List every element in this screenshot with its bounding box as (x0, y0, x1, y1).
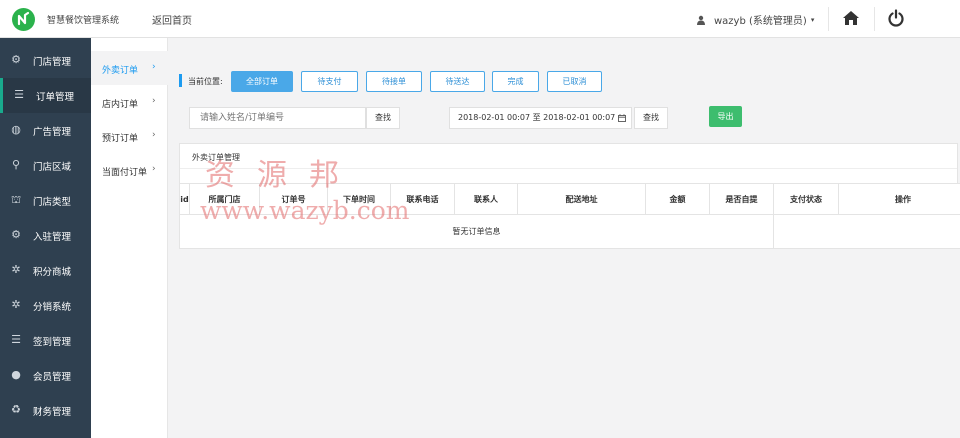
submenu-item-in-person-pay-orders[interactable]: 当面付订单 › (91, 153, 168, 187)
sidebar-item-points-mall[interactable]: ✲ 积分商城 (0, 253, 91, 288)
sidebar: ⚙ 门店管理 ☰ 订单管理 ◍ 广告管理 ⚲ 门店区域 ⛫ 门店类型 ⚙ 入驻管… (0, 38, 91, 438)
submenu-item-label: 外卖订单 (102, 66, 139, 76)
sidebar-item-label: 广告管理 (33, 127, 72, 138)
column-header-store: 所属门店 (189, 183, 260, 215)
user-menu[interactable]: wazyb (系统管理员) ▾ (696, 12, 814, 27)
sidebar-item-label: 门店类型 (33, 197, 72, 208)
calendar-icon (618, 114, 626, 122)
submenu: 外卖订单 › 店内订单 › 预订订单 › 当面付订单 › (91, 38, 168, 438)
sidebar-item-label: 订单管理 (36, 92, 75, 103)
column-header-order-number: 订单号 (259, 183, 328, 215)
table-row: 暂无订单信息 (179, 214, 960, 249)
date-range-value: 2018-02-01 00:07 至 2018-02-01 00:07 (458, 113, 616, 122)
column-header-actions: 操作 (838, 183, 960, 215)
search-input[interactable] (189, 107, 366, 129)
column-header-payment-status: 支付状态 (773, 183, 839, 215)
power-icon[interactable] (887, 9, 905, 27)
tab-cancelled[interactable]: 已取消 (547, 71, 602, 92)
export-button[interactable]: 导出 (709, 106, 742, 127)
divider (180, 168, 957, 169)
header-divider (828, 7, 829, 31)
column-header-self-pickup: 是否自提 (709, 183, 774, 215)
sidebar-item-finance[interactable]: ♻ 财务管理 (0, 393, 91, 428)
column-header-amount: 金额 (645, 183, 710, 215)
home-icon[interactable] (842, 10, 860, 26)
sidebar-item-store-types[interactable]: ⛫ 门店类型 (0, 183, 91, 218)
top-header: 智慧餐饮管理系统 返回首页 wazyb (系统管理员) ▾ (0, 0, 960, 38)
chevron-right-icon: › (152, 62, 156, 72)
list-icon: ☰ (14, 88, 24, 101)
list-icon: ☰ (11, 333, 21, 346)
sidebar-item-label: 签到管理 (33, 337, 72, 348)
chevron-right-icon: › (152, 164, 156, 174)
tab-completed[interactable]: 完成 (492, 71, 539, 92)
sidebar-item-stores[interactable]: ⚙ 门店管理 (0, 43, 91, 78)
column-header-order-time: 下单时间 (327, 183, 391, 215)
person-icon (697, 15, 705, 25)
chevron-right-icon: › (152, 130, 156, 140)
user-name-label: wazyb (系统管理员) (714, 16, 807, 27)
submenu-item-label: 店内订单 (102, 100, 139, 110)
submenu-item-label: 当面付订单 (102, 168, 148, 178)
app-title: 智慧餐饮管理系统 (47, 16, 120, 26)
date-search-button[interactable]: 查找 (634, 107, 668, 129)
submenu-item-dine-in-orders[interactable]: 店内订单 › (91, 85, 168, 119)
column-header-address: 配送地址 (517, 183, 646, 215)
tab-pending-accept[interactable]: 待接单 (366, 71, 422, 92)
cog-icon: ✲ (11, 298, 21, 311)
sidebar-item-onboarding[interactable]: ⚙ 入驻管理 (0, 218, 91, 253)
chevron-right-icon: › (152, 96, 156, 106)
stores-icon: ⚙ (11, 53, 21, 66)
cubes-icon: ⚙ (11, 228, 21, 241)
column-header-contact: 联系人 (454, 183, 518, 215)
sidebar-item-label: 会员管理 (33, 372, 72, 383)
chevron-down-icon: ▾ (810, 15, 815, 24)
sidebar-item-orders[interactable]: ☰ 订单管理 (0, 78, 91, 113)
panel-title: 外卖订单管理 (192, 153, 240, 162)
location-pin-icon: ⚲ (11, 158, 21, 171)
header-divider (874, 7, 875, 31)
breadcrumb-marker (179, 74, 182, 87)
submenu-item-reservation-orders[interactable]: 预订订单 › (91, 119, 168, 153)
sidebar-item-label: 积分商城 (33, 267, 72, 278)
sidebar-item-regions[interactable]: ⚲ 门店区域 (0, 148, 91, 183)
submenu-item-delivery-orders[interactable]: 外卖订单 › (91, 51, 168, 85)
search-button[interactable]: 查找 (366, 107, 400, 129)
recycle-icon: ♻ (11, 403, 21, 416)
breadcrumb: 当前位置: (188, 77, 223, 86)
empty-message: 暂无订单信息 (179, 214, 774, 249)
tab-pending-payment[interactable]: 待支付 (301, 71, 358, 92)
sidebar-item-label: 门店区域 (33, 162, 72, 173)
submenu-item-label: 预订订单 (102, 134, 139, 144)
empty-cell (773, 214, 960, 249)
sidebar-item-checkin[interactable]: ☰ 签到管理 (0, 323, 91, 358)
sidebar-item-label: 门店管理 (33, 57, 72, 68)
institution-icon: ⛫ (10, 193, 22, 206)
user-icon: ● (11, 368, 21, 381)
globe-icon: ◍ (11, 123, 21, 136)
column-header-phone: 联系电话 (390, 183, 455, 215)
sidebar-item-label: 财务管理 (33, 407, 72, 418)
sidebar-item-label: 分销系统 (33, 302, 72, 313)
column-header-id: id (179, 183, 190, 215)
back-home-link[interactable]: 返回首页 (152, 12, 192, 27)
table-header-row: id 所属门店 订单号 下单时间 联系电话 联系人 配送地址 金额 是否自提 支… (179, 183, 960, 215)
tab-all-orders[interactable]: 全部订单 (231, 71, 293, 92)
tab-pending-delivery[interactable]: 待送达 (430, 71, 485, 92)
app-logo (12, 8, 35, 31)
sidebar-item-members[interactable]: ● 会员管理 (0, 358, 91, 393)
sidebar-item-ads[interactable]: ◍ 广告管理 (0, 113, 91, 148)
date-range-picker[interactable]: 2018-02-01 00:07 至 2018-02-01 00:07 (449, 107, 632, 129)
orders-table: id 所属门店 订单号 下单时间 联系电话 联系人 配送地址 金额 是否自提 支… (179, 183, 960, 249)
sidebar-item-label: 入驻管理 (33, 232, 72, 243)
cog-icon: ✲ (11, 263, 21, 276)
sidebar-item-distribution[interactable]: ✲ 分销系统 (0, 288, 91, 323)
